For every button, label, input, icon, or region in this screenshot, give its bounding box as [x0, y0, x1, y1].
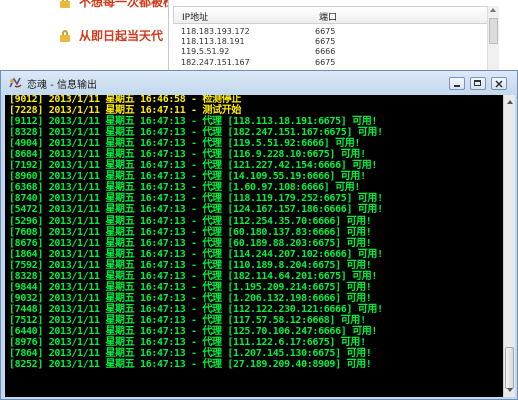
scroll-up-icon[interactable] [507, 100, 513, 104]
lock-icon [60, 30, 70, 42]
log-line: [7192] 2013/1/11 星期五 16:47:13 - 代理 [121.… [9, 160, 378, 172]
log-line: [9012] 2013/1/11 星期五 16:46:58 - 检测停止 [9, 95, 241, 105]
app-icon [9, 77, 22, 88]
log-line: [9844] 2013/1/11 星期五 16:47:13 - 代理 [1.19… [9, 281, 372, 293]
console-window: 恋魂 - 信息输出 [9012] 2013/1/11 星期五 16:46:58 … [0, 70, 518, 400]
close-icon [495, 80, 503, 88]
log-line: [8976] 2013/1/11 星期五 16:47:13 - 代理 [111.… [9, 337, 366, 349]
maximize-icon [474, 80, 481, 86]
log-line: [7608] 2013/1/11 星期五 16:47:13 - 代理 [60.1… [9, 226, 372, 238]
table-cell-ip: 118.113.18.191 [181, 37, 245, 46]
log-line: [6368] 2013/1/11 星期五 16:47:13 - 代理 [1.60… [9, 182, 361, 194]
title-bar[interactable]: 恋魂 - 信息输出 [1, 71, 517, 95]
minimize-button[interactable] [449, 77, 465, 90]
log-line: [7448] 2013/1/11 星期五 16:47:13 - 代理 [112.… [9, 303, 383, 315]
log-output[interactable]: [9012] 2013/1/11 星期五 16:46:58 - 检测停止 [722… [5, 95, 503, 397]
scroll-thumb[interactable] [505, 347, 514, 389]
log-line: [8328] 2013/1/11 星期五 16:47:13 - 代理 [182.… [9, 270, 378, 282]
log-line: [7512] 2013/1/11 星期五 16:47:13 - 代理 [117.… [9, 314, 366, 326]
lock-icon [60, 0, 70, 8]
table-cell-port: 6675 [315, 37, 336, 46]
table-header: IP地址 端口 [173, 6, 488, 24]
scroll-thumb[interactable] [489, 18, 498, 44]
table-scrollbar[interactable] [487, 6, 499, 70]
table-cell-ip: 119.5.51.92 [181, 47, 230, 56]
log-line: [7864] 2013/1/11 星期五 16:47:13 - 代理 [1.20… [9, 348, 372, 360]
minimize-icon [454, 85, 460, 87]
column-header-ip[interactable]: IP地址 [182, 10, 208, 23]
table-row[interactable]: 182.247.151.167 6675 [181, 58, 481, 68]
close-button[interactable] [491, 77, 507, 90]
table-cell-ip: 182.247.151.167 [181, 58, 250, 67]
log-line: [6440] 2013/1/11 星期五 16:47:13 - 代理 [125.… [9, 325, 378, 337]
log-line: [8676] 2013/1/11 星期五 16:47:13 - 代理 [60.1… [9, 237, 372, 249]
table-row[interactable]: 119.5.51.92 6666 [181, 47, 481, 57]
maximize-button[interactable] [470, 77, 486, 90]
log-line: [8252] 2013/1/11 星期五 16:47:13 - 代理 [27.1… [9, 359, 372, 371]
log-line: [9032] 2013/1/11 星期五 16:47:13 - 代理 [1.20… [9, 292, 372, 304]
table-cell-port: 6675 [315, 58, 336, 67]
log-line: [8328] 2013/1/11 星期五 16:47:13 - 代理 [182.… [9, 127, 383, 139]
log-line: [8684] 2013/1/11 星期五 16:47:13 - 代理 [116.… [9, 149, 366, 161]
table-cell-ip: 118.183.193.172 [181, 27, 250, 36]
column-header-port[interactable]: 端口 [319, 10, 337, 23]
background-app: 不想每一次都被检测 从即日起当天代 IP地址 端口 118.183.193.17… [0, 0, 518, 70]
log-line: [8740] 2013/1/11 星期五 16:47:13 - 代理 [118.… [9, 193, 383, 205]
log-lines: [9012] 2013/1/11 星期五 16:46:58 - 检测停止 [722… [9, 95, 501, 370]
log-line: [9112] 2013/1/11 星期五 16:47:13 - 代理 [118.… [9, 116, 378, 128]
table-cell-port: 6675 [315, 27, 336, 36]
log-scrollbar[interactable] [503, 95, 515, 397]
log-line: [4904] 2013/1/11 星期五 16:47:13 - 代理 [119.… [9, 138, 361, 150]
promo-link-2[interactable]: 从即日起当天代 [60, 27, 163, 44]
log-line: [7592] 2013/1/11 星期五 16:47:13 - 代理 [110.… [9, 259, 372, 271]
proxy-table: IP地址 端口 118.183.193.172 6675 118.113.18.… [168, 0, 500, 70]
log-line: [8960] 2013/1/11 星期五 16:47:13 - 代理 [14.1… [9, 171, 366, 183]
log-line: [7228] 2013/1/11 星期五 16:47:11 - 测试开始 [9, 105, 241, 117]
scroll-down-icon[interactable] [507, 388, 513, 392]
table-row[interactable]: 118.183.193.172 6675 [181, 27, 481, 37]
table-row[interactable]: 118.113.18.191 6675 [181, 37, 481, 47]
log-line: [1864] 2013/1/11 星期五 16:47:13 - 代理 [114.… [9, 248, 383, 260]
promo-link-label: 从即日起当天代 [79, 29, 164, 43]
log-line: [5472] 2013/1/11 星期五 16:47:13 - 代理 [124.… [9, 204, 383, 216]
log-line: [5296] 2013/1/11 星期五 16:47:13 - 代理 [112.… [9, 215, 372, 227]
table-cell-port: 6666 [315, 47, 336, 56]
scroll-up-icon[interactable] [490, 8, 496, 12]
window-title: 恋魂 - 信息输出 [27, 80, 97, 91]
